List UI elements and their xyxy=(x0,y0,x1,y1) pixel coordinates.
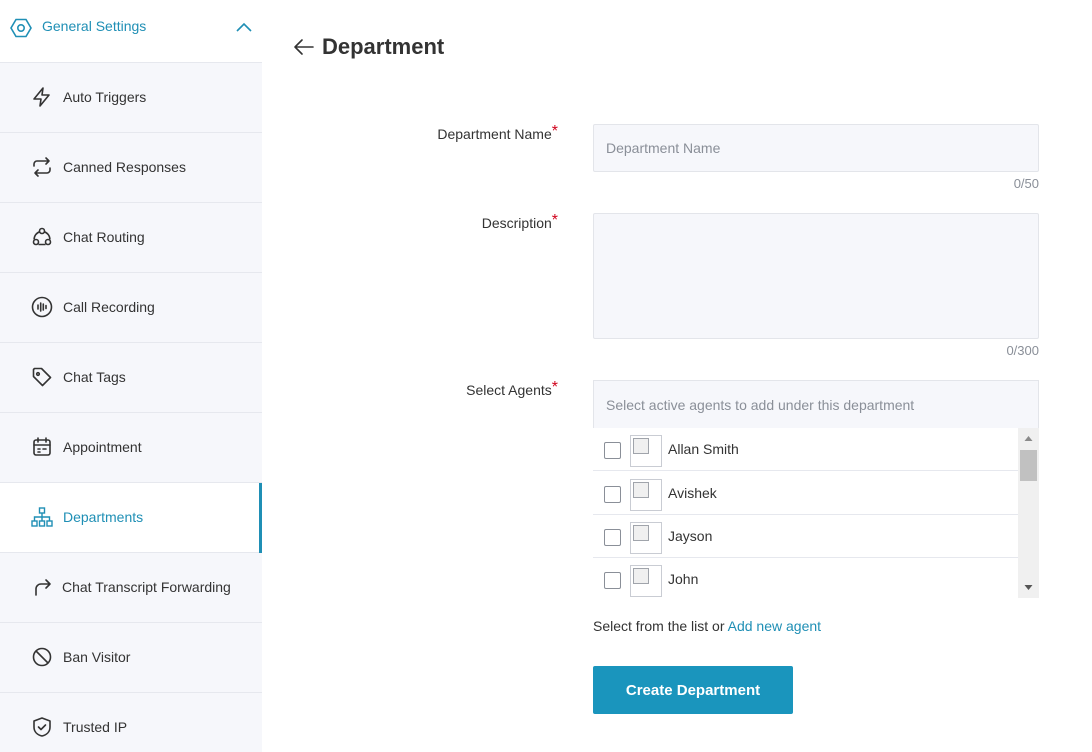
agent-checkbox[interactable] xyxy=(604,529,621,546)
sidebar-item-chat-transcript-forwarding[interactable]: Chat Transcript Forwarding xyxy=(0,553,262,623)
sidebar-item-label: Departments xyxy=(63,509,144,525)
agent-checkbox[interactable] xyxy=(604,442,621,459)
agent-list: Allan Smith Avishek Jayson John xyxy=(593,428,1039,598)
sidebar-header-label: General Settings xyxy=(42,18,147,34)
sidebar-item-departments[interactable]: Departments xyxy=(0,483,262,553)
sidebar-header-general-settings[interactable]: General Settings xyxy=(0,0,262,63)
sidebar-item-auto-triggers[interactable]: Auto Triggers xyxy=(0,63,262,133)
agent-row[interactable]: John xyxy=(593,558,1018,598)
sidebar-item-call-recording[interactable]: Call Recording xyxy=(0,273,262,343)
settings-hexagon-icon xyxy=(10,18,32,38)
page-title: Department xyxy=(322,34,445,59)
agent-row[interactable]: Avishek xyxy=(593,472,1018,515)
add-new-agent-link[interactable]: Add new agent xyxy=(728,618,821,634)
sidebar-item-label: Appointment xyxy=(63,439,142,455)
sidebar-item-label: Chat Transcript Forwarding xyxy=(62,579,231,595)
sidebar-item-label: Canned Responses xyxy=(63,159,186,175)
sidebar-item-appointment[interactable]: Appointment xyxy=(0,413,262,483)
select-agents-label: Select Agents* xyxy=(466,379,558,398)
scroll-thumb[interactable] xyxy=(1020,450,1037,481)
avatar xyxy=(630,565,662,597)
sidebar-item-label: Ban Visitor xyxy=(63,649,131,665)
create-department-button[interactable]: Create Department xyxy=(593,666,793,714)
agent-name: Allan Smith xyxy=(668,441,739,457)
tag-icon xyxy=(32,367,52,387)
agents-helper-text: Select from the list or Add new agent xyxy=(593,618,822,634)
avatar xyxy=(630,479,662,511)
scroll-down-arrow-icon[interactable] xyxy=(1018,578,1039,598)
description-counter: 0/300 xyxy=(1006,343,1039,358)
department-name-input[interactable] xyxy=(593,124,1039,172)
sidebar-item-canned-responses[interactable]: Canned Responses xyxy=(0,133,262,203)
sidebar-item-label: Chat Tags xyxy=(63,369,126,385)
agent-name: John xyxy=(668,571,699,587)
description-textarea[interactable] xyxy=(593,213,1039,339)
ban-icon xyxy=(32,647,52,667)
sidebar-item-trusted-ip[interactable]: Trusted IP xyxy=(0,693,262,752)
scroll-up-arrow-icon[interactable] xyxy=(1018,428,1039,448)
agent-name: Avishek xyxy=(668,485,717,501)
sidebar-item-chat-routing[interactable]: Chat Routing xyxy=(0,203,262,273)
agent-list-scrollbar[interactable] xyxy=(1018,428,1039,598)
lightning-icon xyxy=(33,87,50,107)
sidebar-item-chat-tags[interactable]: Chat Tags xyxy=(0,343,262,413)
agent-checkbox[interactable] xyxy=(604,486,621,503)
required-mark: * xyxy=(551,123,558,140)
sidebar-item-label: Call Recording xyxy=(63,299,155,315)
chevron-up-icon[interactable] xyxy=(235,20,253,34)
sidebar-item-label: Trusted IP xyxy=(63,719,128,735)
agent-row[interactable]: Jayson xyxy=(593,515,1018,558)
avatar xyxy=(630,435,662,467)
calendar-icon xyxy=(33,437,51,456)
agents-search-input[interactable] xyxy=(593,380,1039,428)
agent-checkbox[interactable] xyxy=(604,572,621,589)
agent-row[interactable]: Allan Smith xyxy=(593,428,1018,471)
required-mark: * xyxy=(551,212,558,229)
sidebar-item-ban-visitor[interactable]: Ban Visitor xyxy=(0,623,262,693)
avatar xyxy=(630,522,662,554)
routing-icon xyxy=(32,227,52,246)
department-name-counter: 0/50 xyxy=(1013,176,1039,191)
back-arrow-icon[interactable] xyxy=(293,37,315,57)
sidebar: General Settings Auto Triggers Canned Re… xyxy=(0,0,262,752)
audio-wave-icon xyxy=(31,296,53,318)
repeat-icon xyxy=(33,157,51,177)
shield-check-icon xyxy=(33,717,51,737)
sidebar-item-label: Chat Routing xyxy=(63,229,145,245)
org-chart-icon xyxy=(31,507,53,527)
department-name-label: Department Name* xyxy=(437,123,558,142)
required-mark: * xyxy=(551,379,558,396)
sidebar-item-label: Auto Triggers xyxy=(63,89,147,105)
agent-name: Jayson xyxy=(668,528,713,544)
description-label: Description* xyxy=(481,212,558,231)
forward-arrow-icon xyxy=(35,579,51,596)
